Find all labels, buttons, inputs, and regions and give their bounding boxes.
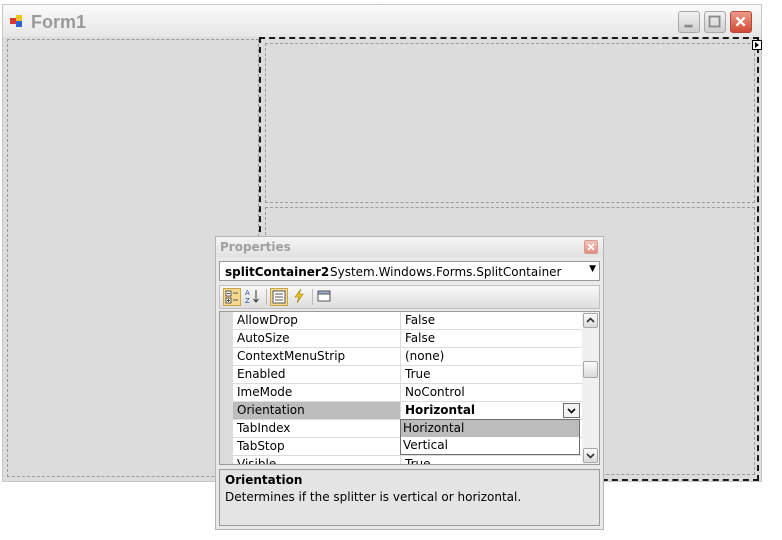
- form-title: Form1: [31, 12, 87, 32]
- property-pages-icon: [317, 290, 331, 302]
- property-name: TabStop: [233, 438, 401, 455]
- property-row-imemode[interactable]: ImeMode NoControl: [233, 384, 582, 402]
- split-panel-top[interactable]: [265, 43, 755, 203]
- properties-title: Properties: [220, 240, 291, 254]
- property-value[interactable]: Horizontal: [401, 402, 582, 419]
- property-value[interactable]: False: [401, 330, 582, 347]
- form-icon: [10, 15, 22, 27]
- dropdown-option-horizontal[interactable]: Horizontal: [401, 420, 579, 437]
- properties-window[interactable]: Properties splitContainer2 System.Window…: [215, 236, 604, 530]
- smart-tag-glyph[interactable]: [752, 40, 762, 50]
- categorized-button[interactable]: [223, 288, 241, 306]
- close-icon: [587, 243, 595, 251]
- scroll-down-button[interactable]: [583, 448, 598, 463]
- maximize-icon: [708, 15, 721, 28]
- property-row-visible[interactable]: Visible True: [233, 456, 582, 464]
- chevron-down-icon: [567, 408, 576, 414]
- close-icon: [735, 16, 746, 27]
- property-value[interactable]: False: [401, 312, 582, 329]
- orientation-dropdown-list[interactable]: Horizontal Vertical: [400, 419, 580, 455]
- properties-title-bar[interactable]: Properties: [216, 237, 603, 257]
- property-name: Enabled: [233, 366, 401, 383]
- property-row-contextmenustrip[interactable]: ContextMenuStrip (none): [233, 348, 582, 366]
- property-row-allowdrop[interactable]: AllowDrop False: [233, 312, 582, 330]
- minimize-icon: [684, 24, 693, 28]
- object-name: splitContainer2: [225, 265, 330, 279]
- dropdown-option-vertical[interactable]: Vertical: [401, 437, 579, 454]
- property-value[interactable]: True: [401, 366, 582, 383]
- description-panel: Orientation Determines if the splitter i…: [219, 469, 600, 526]
- alphabetical-sort-icon: A Z: [245, 289, 259, 305]
- properties-close-button[interactable]: [584, 240, 598, 254]
- property-name: ImeMode: [233, 384, 401, 401]
- property-name: AutoSize: [233, 330, 401, 347]
- property-row-autosize[interactable]: AutoSize False: [233, 330, 582, 348]
- maximize-button[interactable]: [704, 11, 726, 33]
- property-name: Visible: [233, 456, 401, 464]
- value-dropdown-button[interactable]: [563, 403, 580, 418]
- property-row-orientation[interactable]: Orientation Horizontal: [233, 402, 582, 420]
- minimize-button[interactable]: [678, 11, 700, 33]
- chevron-down-icon: [586, 453, 595, 459]
- property-name: TabIndex: [233, 420, 401, 437]
- property-name: ContextMenuStrip: [233, 348, 401, 365]
- categorized-icon: [225, 290, 238, 304]
- svg-text:Z: Z: [245, 297, 250, 304]
- alphabetical-button[interactable]: A Z: [244, 288, 262, 306]
- property-pages-button[interactable]: [316, 288, 334, 306]
- property-name: Orientation: [233, 402, 401, 419]
- lightning-icon: [294, 288, 304, 304]
- events-button[interactable]: [291, 288, 309, 306]
- svg-text:A: A: [245, 289, 250, 297]
- properties-toolbar: A Z: [219, 285, 600, 309]
- property-value[interactable]: NoControl: [401, 384, 582, 401]
- form-title-bar[interactable]: Form1: [3, 5, 761, 37]
- property-list-icon: [272, 290, 286, 304]
- grid-margin: [220, 312, 233, 464]
- property-value[interactable]: (none): [401, 348, 582, 365]
- object-selector[interactable]: splitContainer2 System.Windows.Forms.Spl…: [219, 261, 600, 281]
- property-row-enabled[interactable]: Enabled True: [233, 366, 582, 384]
- object-type: System.Windows.Forms.SplitContainer: [330, 265, 562, 279]
- scroll-up-button[interactable]: [583, 313, 598, 328]
- properties-view-button[interactable]: [270, 288, 288, 306]
- chevron-down-icon[interactable]: ▼: [589, 264, 596, 274]
- grid-scrollbar[interactable]: [582, 312, 599, 464]
- close-button[interactable]: [730, 11, 752, 33]
- description-title: Orientation: [225, 473, 303, 487]
- scroll-thumb[interactable]: [583, 361, 598, 378]
- property-value[interactable]: True: [401, 456, 582, 464]
- chevron-up-icon: [586, 317, 595, 323]
- property-name: AllowDrop: [233, 312, 401, 329]
- description-text: Determines if the splitter is vertical o…: [225, 490, 522, 504]
